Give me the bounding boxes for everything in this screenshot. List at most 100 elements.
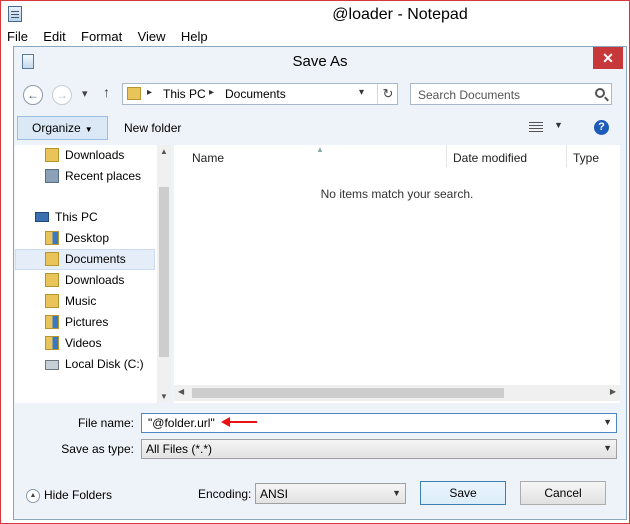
new-folder-button[interactable]: New folder <box>124 121 181 135</box>
close-button[interactable]: ✕ <box>593 47 623 69</box>
toolbar: Organize ▼ New folder ▼ ? <box>14 115 626 141</box>
breadcrumb-separator-icon[interactable]: ▸ <box>147 87 152 98</box>
menu-help[interactable]: Help <box>175 28 214 45</box>
dialog-title: Save As <box>292 53 348 70</box>
hide-folders-button[interactable]: ▲ Hide Folders <box>26 488 112 503</box>
empty-message: No items match your search. <box>320 187 474 201</box>
disk-icon <box>45 360 59 370</box>
refresh-icon: ↻ <box>382 86 394 101</box>
column-header-name[interactable]: Name <box>192 151 224 165</box>
nav-item-label: Documents <box>65 252 126 266</box>
column-divider[interactable] <box>566 145 567 167</box>
file-name-value: "@folder.url" <box>148 416 215 430</box>
downloads-folder-icon <box>45 273 59 287</box>
nav-item-downloads[interactable]: Downloads <box>15 145 155 166</box>
notepad-menu-bar: File Edit Format View Help <box>1 28 629 46</box>
save-as-type-value: All Files (*.*) <box>146 442 213 456</box>
column-header-date-modified[interactable]: Date modified <box>453 151 527 165</box>
file-list: ▲ Name Date modified Type No items match… <box>174 145 620 403</box>
hide-folders-label: Hide Folders <box>44 488 113 502</box>
chevron-down-icon: ▼ <box>392 488 401 498</box>
nav-item-label: Downloads <box>65 148 125 162</box>
nav-item-label: Desktop <box>65 231 110 245</box>
breadcrumb-documents[interactable]: Documents <box>225 87 286 101</box>
search-icon <box>595 88 605 98</box>
dialog-title-bar: Save As ✕ <box>14 47 626 76</box>
nav-pane-scrollbar[interactable]: ▲ ▼ <box>157 145 171 403</box>
save-as-type-label: Save as type: <box>61 442 134 456</box>
scroll-right-icon[interactable]: ▶ <box>610 387 616 396</box>
save-as-type-select[interactable]: All Files (*.*) ▼ <box>141 439 617 459</box>
save-button[interactable]: Save <box>420 481 506 505</box>
help-button[interactable]: ? <box>594 120 609 135</box>
menu-view[interactable]: View <box>132 28 172 45</box>
nav-item-this-pc[interactable]: This PC <box>15 207 155 228</box>
up-button[interactable]: ↑ <box>103 84 110 100</box>
nav-item-label: Music <box>65 294 97 308</box>
scroll-down-icon[interactable]: ▼ <box>160 392 168 401</box>
view-options-icon[interactable] <box>529 122 543 133</box>
forward-arrow-icon: → <box>56 88 68 102</box>
search-box[interactable]: Search Documents <box>410 83 612 105</box>
refresh-button[interactable]: ↻ <box>377 84 398 104</box>
chevron-up-icon: ▲ <box>26 488 40 503</box>
nav-item-videos[interactable]: Videos <box>15 333 155 354</box>
nav-item-documents[interactable]: Documents <box>15 249 155 270</box>
nav-item-label: Downloads <box>65 273 125 287</box>
chevron-down-icon: ▼ <box>84 125 93 134</box>
breadcrumb-this-pc[interactable]: This PC <box>163 87 206 101</box>
folder-icon <box>127 87 141 100</box>
scroll-thumb[interactable] <box>159 187 169 357</box>
pictures-folder-icon <box>45 315 59 329</box>
menu-edit[interactable]: Edit <box>37 28 71 45</box>
pc-icon <box>35 212 49 222</box>
save-as-dialog: Save As ✕ ← → ▾ ↑ ▸ This PC ▸ Documents … <box>13 46 627 520</box>
address-bar[interactable]: ▸ This PC ▸ Documents ▾ ↻ <box>122 83 398 105</box>
notepad-title-bar: @loader - Notepad <box>1 1 629 28</box>
scroll-thumb[interactable] <box>192 388 504 398</box>
forward-button[interactable]: → <box>52 85 72 105</box>
navigation-pane: Downloads Recent places This PC Desktop … <box>15 145 171 403</box>
cancel-button[interactable]: Cancel <box>520 481 606 505</box>
nav-item-desktop[interactable]: Desktop <box>15 228 155 249</box>
recent-locations-dropdown[interactable]: ▾ <box>82 87 88 100</box>
organize-button[interactable]: Organize ▼ <box>17 116 108 140</box>
nav-item-label: Videos <box>65 336 102 350</box>
up-arrow-icon: ↑ <box>103 84 110 100</box>
sort-indicator-icon: ▲ <box>316 145 324 154</box>
navigation-bar: ← → ▾ ↑ ▸ This PC ▸ Documents ▾ ↻ Search… <box>14 79 626 109</box>
documents-folder-icon <box>45 252 59 266</box>
nav-item-pictures[interactable]: Pictures <box>15 312 155 333</box>
nav-item-downloads[interactable]: Downloads <box>15 270 155 291</box>
file-list-scrollbar[interactable]: ◀ ▶ <box>174 385 620 401</box>
file-name-label: File name: <box>77 416 134 430</box>
back-arrow-icon: ← <box>27 88 39 102</box>
encoding-value: ANSI <box>260 487 289 501</box>
menu-format[interactable]: Format <box>75 28 128 45</box>
column-divider[interactable] <box>446 145 447 167</box>
organize-label: Organize <box>32 121 81 135</box>
search-placeholder: Search Documents <box>418 88 521 102</box>
chevron-down-icon[interactable]: ▼ <box>603 417 612 427</box>
encoding-label: Encoding: <box>198 487 252 501</box>
scroll-left-icon[interactable]: ◀ <box>178 387 184 396</box>
recent-places-icon <box>45 169 59 183</box>
nav-item-label: This PC <box>55 210 98 224</box>
view-dropdown-icon[interactable]: ▼ <box>554 120 563 130</box>
back-button[interactable]: ← <box>23 85 43 105</box>
nav-item-local-disk[interactable]: Local Disk (C:) <box>15 354 155 375</box>
file-name-input[interactable]: "@folder.url" ▼ <box>141 413 617 433</box>
nav-item-recent-places[interactable]: Recent places <box>15 166 155 187</box>
nav-item-label: Recent places <box>65 169 142 183</box>
address-dropdown-icon[interactable]: ▾ <box>359 87 364 98</box>
music-folder-icon <box>45 294 59 308</box>
scroll-up-icon[interactable]: ▲ <box>160 147 168 156</box>
nav-item-label: Pictures <box>65 315 109 329</box>
breadcrumb-separator-icon[interactable]: ▸ <box>209 87 214 98</box>
menu-file[interactable]: File <box>1 28 34 45</box>
nav-item-label: Local Disk (C:) <box>65 357 144 371</box>
column-header-type[interactable]: Type <box>573 151 599 165</box>
nav-item-music[interactable]: Music <box>15 291 155 312</box>
red-arrow-annotation-icon <box>221 417 257 427</box>
encoding-select[interactable]: ANSI ▼ <box>255 483 406 504</box>
